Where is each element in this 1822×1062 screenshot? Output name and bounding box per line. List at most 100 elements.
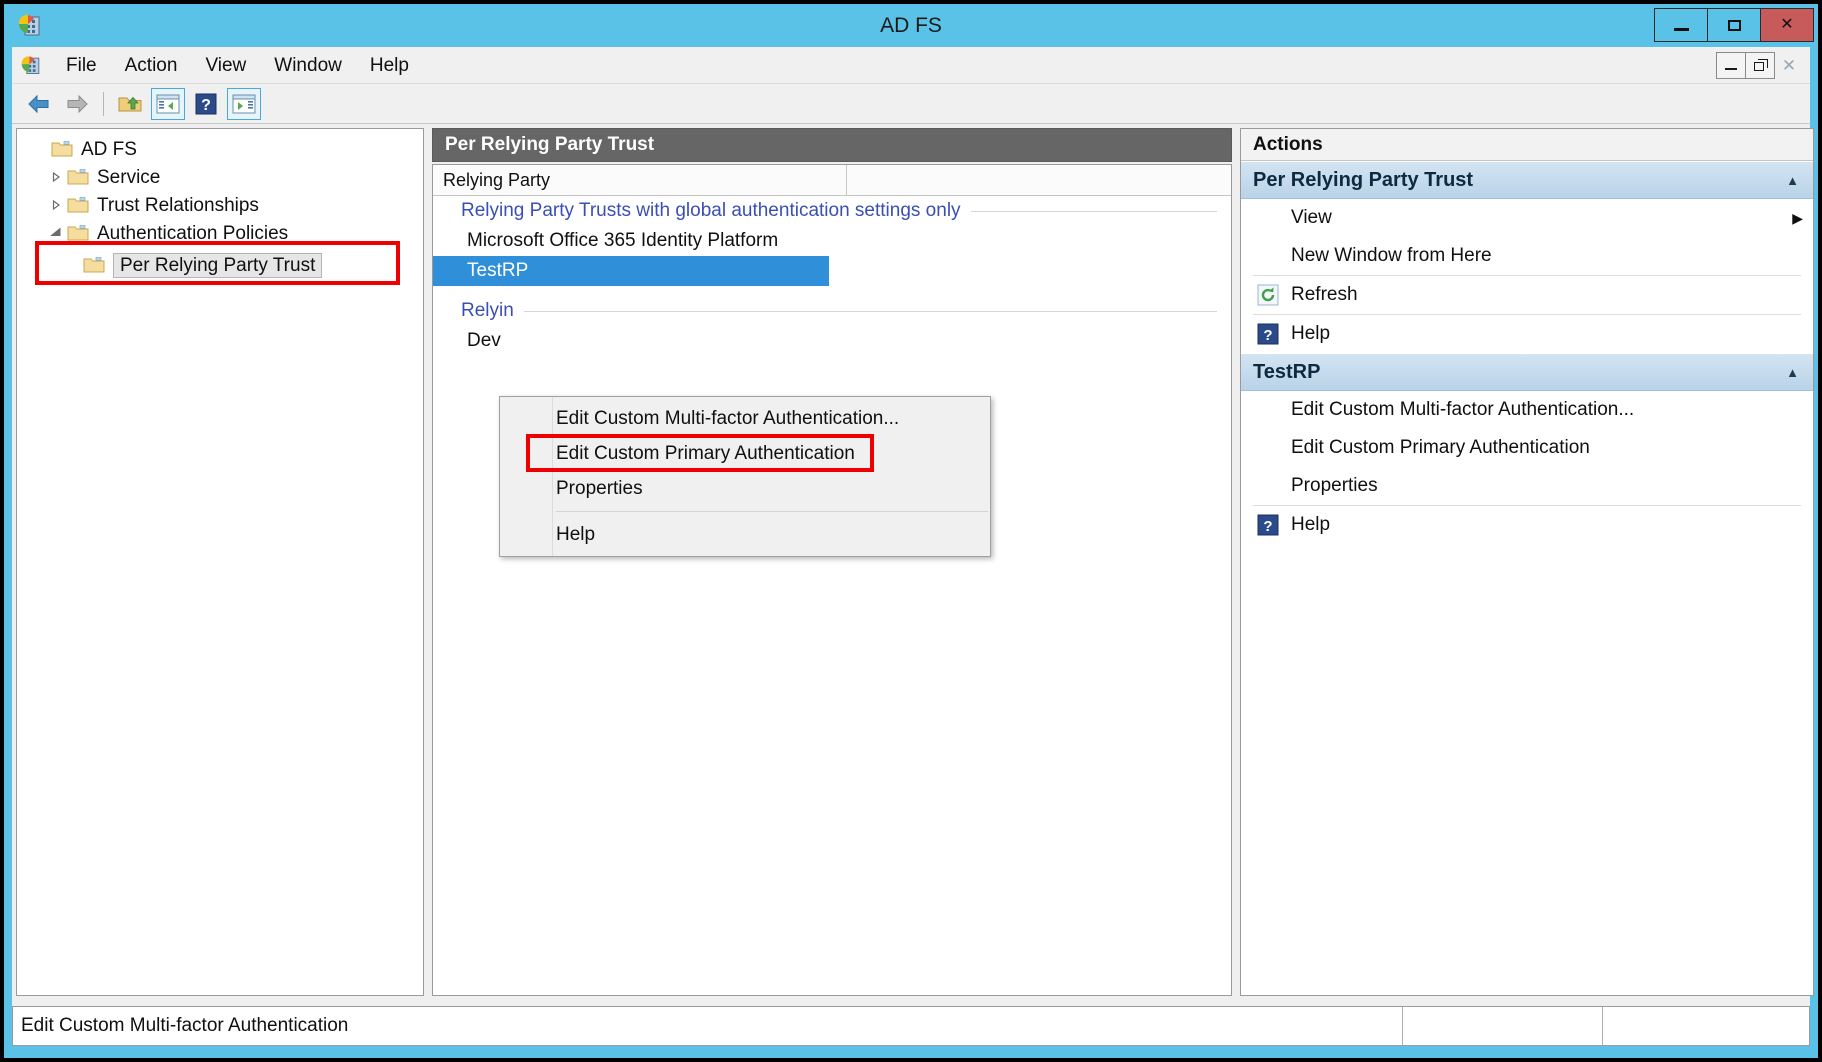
list-item-device-registration-service[interactable]: Dev — [433, 326, 1231, 356]
collapse-caret-icon[interactable]: ▲ — [1786, 173, 1799, 188]
show-hide-action-pane-icon — [232, 94, 256, 113]
list-group-header-custom: Relyin — [433, 296, 1231, 326]
tree-node-per-relying-party-trust[interactable]: Per Relying Party Trust — [17, 251, 423, 279]
folder-icon — [67, 168, 89, 186]
mdi-restore-icon — [1754, 59, 1768, 71]
title-bar: AD FS ✕ — [4, 4, 1818, 47]
tree-expander-expanded-icon[interactable] — [45, 227, 67, 239]
action-properties[interactable]: Properties — [1241, 467, 1813, 505]
mdi-close-icon: ✕ — [1781, 56, 1797, 75]
svg-text:?: ? — [201, 97, 211, 114]
mdi-restore-button[interactable] — [1745, 52, 1775, 79]
action-edit-custom-multifactor-authentication[interactable]: Edit Custom Multi-factor Authentication.… — [1241, 391, 1813, 429]
help-icon: ? — [1255, 321, 1281, 347]
list-column-header: Relying Party — [433, 165, 1231, 196]
toolbar: ? — [12, 84, 1810, 124]
menu-file[interactable]: File — [52, 47, 111, 84]
action-new-window-from-here[interactable]: New Window from Here — [1241, 237, 1813, 275]
action-label: New Window from Here — [1291, 245, 1492, 266]
list-item-office365[interactable]: Microsoft Office 365 Identity Platform — [433, 226, 1231, 256]
folder-icon — [67, 224, 89, 242]
tree-node-authentication-policies[interactable]: Authentication Policies — [17, 219, 423, 247]
list-item-label: Microsoft Office 365 Identity Platform — [467, 230, 779, 251]
group-title: Relyin — [461, 300, 514, 321]
action-view[interactable]: View ▶ — [1241, 199, 1813, 237]
show-hide-action-pane-button[interactable] — [227, 87, 261, 120]
context-menu-item-edit-custom-multifactor-authentication[interactable]: Edit Custom Multi-factor Authentication.… — [500, 401, 990, 436]
back-icon — [28, 94, 49, 113]
mdi-minimize-button[interactable] — [1716, 52, 1746, 79]
status-segment-2 — [1603, 1007, 1809, 1045]
menu-help[interactable]: Help — [356, 47, 423, 84]
forward-icon — [67, 94, 88, 113]
no-icon — [1255, 435, 1281, 461]
pane-title: Per Relying Party Trust — [432, 128, 1232, 162]
actions-section-title: TestRP — [1253, 360, 1321, 383]
maximize-button[interactable] — [1707, 8, 1761, 42]
context-menu-item-edit-custom-primary-authentication[interactable]: Edit Custom Primary Authentication — [500, 436, 990, 471]
forward-button[interactable] — [60, 88, 94, 120]
menu-action[interactable]: Action — [111, 47, 192, 84]
action-help-section2[interactable]: ? Help — [1241, 506, 1813, 544]
per-relying-party-trust-pane: Per Relying Party Trust Relying Party Re… — [432, 128, 1232, 996]
no-icon — [1255, 243, 1281, 269]
actions-pane-title: Actions — [1241, 129, 1813, 161]
show-hide-console-tree-button[interactable] — [151, 87, 185, 120]
up-one-level-button[interactable] — [113, 88, 147, 120]
action-edit-custom-primary-authentication[interactable]: Edit Custom Primary Authentication — [1241, 429, 1813, 467]
show-hide-console-tree-icon — [156, 94, 180, 113]
tree-expander-collapsed-icon[interactable] — [45, 199, 67, 211]
tree-node-label: Authentication Policies — [97, 222, 289, 244]
list-item-label: Dev — [467, 330, 501, 351]
group-title: Relying Party Trusts with global authent… — [461, 200, 961, 221]
tree-node-service[interactable]: Service — [17, 163, 423, 191]
collapse-caret-icon[interactable]: ▲ — [1786, 365, 1799, 380]
menu-window[interactable]: Window — [260, 47, 356, 84]
action-label: Help — [1291, 323, 1331, 344]
action-help-section1[interactable]: ? Help — [1241, 315, 1813, 353]
adfs-management-console: AD FS ✕ File Action View Window Help ✕ ?… — [0, 0, 1822, 1062]
menu-view[interactable]: View — [191, 47, 260, 84]
list-item-testrp[interactable]: TestRP — [433, 256, 829, 286]
folder-icon — [67, 196, 89, 214]
console-body: AD FS Service Trust Relationships Authen… — [12, 124, 1814, 1006]
minimize-button[interactable] — [1654, 8, 1708, 42]
action-label: Help — [1291, 514, 1331, 535]
tree-node-label: Per Relying Party Trust — [113, 252, 323, 278]
close-button[interactable]: ✕ — [1760, 8, 1814, 42]
context-menu: Edit Custom Multi-factor Authentication.… — [499, 396, 991, 557]
context-menu-item-help[interactable]: Help — [500, 517, 990, 552]
tree-expander-collapsed-icon[interactable] — [45, 171, 67, 183]
actions-section-testrp[interactable]: TestRP ▲ — [1241, 353, 1813, 391]
tree-node-ad-fs[interactable]: AD FS — [17, 135, 423, 163]
back-button[interactable] — [22, 88, 56, 120]
mdi-window-controls: ✕ — [1716, 52, 1804, 79]
action-refresh[interactable]: Refresh — [1241, 276, 1813, 314]
folder-icon — [51, 140, 73, 158]
mdi-close-button[interactable]: ✕ — [1774, 52, 1804, 79]
tree-node-label: Trust Relationships — [97, 194, 259, 216]
status-bar: Edit Custom Multi-factor Authentication — [12, 1006, 1810, 1046]
group-rule — [523, 310, 1217, 312]
no-icon — [1255, 397, 1281, 423]
context-menu-separator — [556, 511, 988, 512]
tree-node-label: AD FS — [81, 138, 137, 160]
mdi-minimize-icon — [1725, 68, 1737, 70]
column-blank[interactable] — [847, 165, 1231, 195]
context-menu-item-properties[interactable]: Properties — [500, 471, 990, 506]
column-relying-party[interactable]: Relying Party — [433, 165, 847, 195]
help-button[interactable]: ? — [189, 88, 223, 120]
tree-node-trust-relationships[interactable]: Trust Relationships — [17, 191, 423, 219]
menu-bar: File Action View Window Help ✕ — [12, 47, 1810, 84]
window-controls: ✕ — [1654, 8, 1814, 42]
action-label: Properties — [1291, 475, 1378, 496]
tree-node-label: Service — [97, 166, 161, 188]
actions-pane: Actions Per Relying Party Trust ▲ View ▶… — [1240, 128, 1814, 996]
action-label: View — [1291, 207, 1332, 228]
window-title: AD FS — [880, 14, 942, 37]
no-icon — [1255, 473, 1281, 499]
list-group-header-global: Relying Party Trusts with global authent… — [433, 196, 1231, 226]
group-rule — [970, 210, 1217, 212]
actions-section-per-relying-party-trust[interactable]: Per Relying Party Trust ▲ — [1241, 161, 1813, 199]
action-label: Edit Custom Multi-factor Authentication.… — [1291, 399, 1635, 420]
